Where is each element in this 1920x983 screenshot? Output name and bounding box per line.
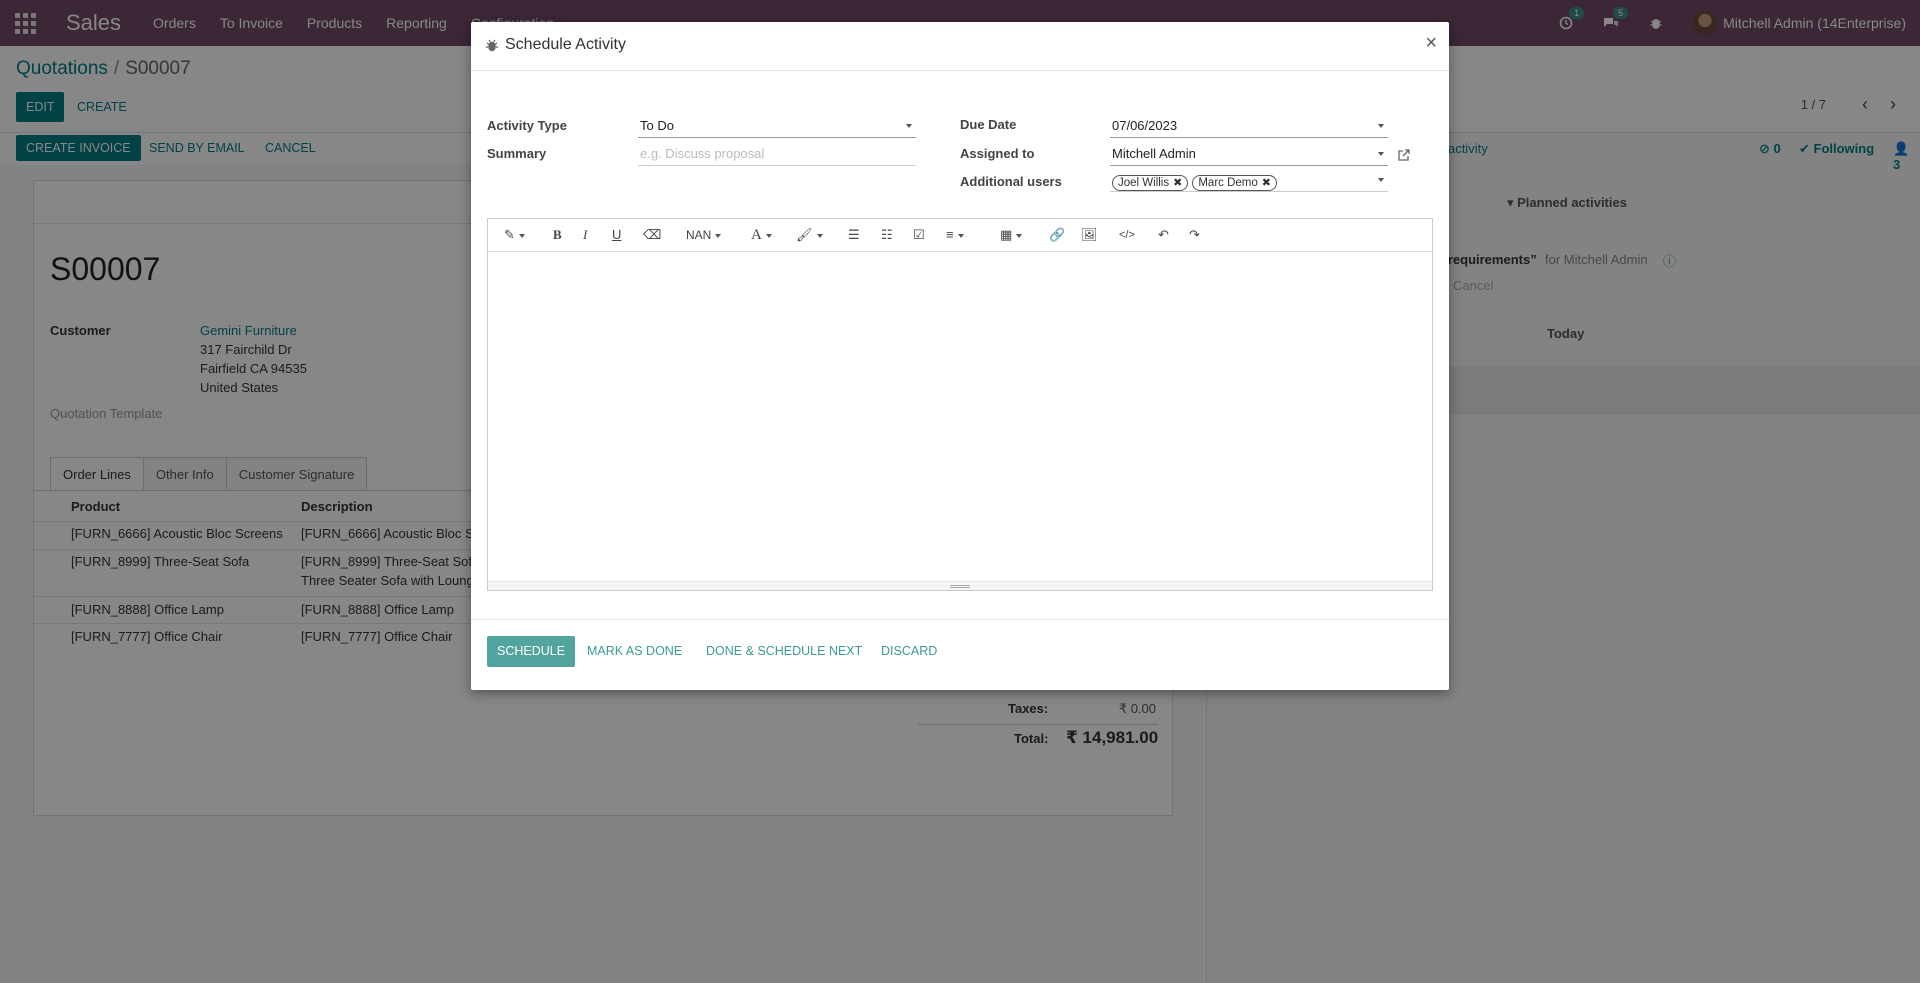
font-size-dropdown[interactable]: NAN bbox=[686, 227, 722, 243]
due-date-value: 07/06/2023 bbox=[1112, 118, 1178, 133]
code-view-icon[interactable]: </> bbox=[1119, 227, 1135, 243]
checklist-icon[interactable]: ☑ bbox=[913, 227, 925, 243]
due-date-label: Due Date bbox=[960, 117, 1017, 132]
image-icon[interactable]: 🖼 bbox=[1081, 227, 1098, 243]
user-tag: Marc Demo ✖ bbox=[1192, 175, 1277, 191]
chevron-down-icon bbox=[1378, 178, 1384, 182]
due-date-input[interactable]: 07/06/2023 bbox=[1110, 116, 1388, 138]
summary-label: Summary bbox=[487, 146, 547, 161]
table-icon[interactable]: ▦ bbox=[1000, 227, 1023, 243]
schedule-activity-dialog: Schedule Activity × Activity Type To Do … bbox=[471, 22, 1449, 690]
summary-input[interactable]: e.g. Discuss proposal bbox=[638, 144, 916, 166]
additional-users-input[interactable]: Joel Willis ✖ Marc Demo ✖ bbox=[1110, 170, 1388, 192]
editor-resize-handle[interactable] bbox=[488, 581, 1432, 590]
activity-type-label: Activity Type bbox=[487, 118, 567, 133]
dialog-header: Schedule Activity × bbox=[471, 22, 1449, 71]
link-icon[interactable]: 🔗 bbox=[1049, 227, 1065, 243]
dialog-title: Schedule Activity bbox=[505, 36, 626, 53]
editor-content[interactable] bbox=[488, 252, 1432, 582]
unordered-list-icon[interactable]: ☰ bbox=[848, 227, 860, 243]
grip-icon bbox=[950, 585, 970, 588]
editor-toolbar: ✎ B I U ⌫ NAN A 🖌 ☰ ☷ ☑ ≡ ▦ 🔗 🖼 </> ↶ ↷ bbox=[488, 219, 1432, 252]
align-icon[interactable]: ≡ bbox=[946, 227, 964, 243]
bug-icon bbox=[486, 39, 498, 52]
font-size-label: NAN bbox=[686, 228, 712, 242]
chevron-down-icon bbox=[1378, 152, 1384, 156]
summary-placeholder: e.g. Discuss proposal bbox=[640, 146, 765, 161]
close-icon[interactable]: × bbox=[1425, 32, 1437, 55]
additional-users-label: Additional users bbox=[960, 174, 1062, 189]
italic-icon[interactable]: I bbox=[583, 227, 587, 243]
note-editor: ✎ B I U ⌫ NAN A 🖌 ☰ ☷ ☑ ≡ ▦ 🔗 🖼 </> ↶ ↷ bbox=[487, 218, 1433, 591]
font-color-label: A bbox=[751, 227, 762, 243]
bold-icon[interactable]: B bbox=[553, 227, 562, 243]
assigned-to-label: Assigned to bbox=[960, 146, 1035, 161]
assigned-to-value: Mitchell Admin bbox=[1112, 146, 1196, 161]
undo-icon[interactable]: ↶ bbox=[1158, 227, 1169, 243]
magic-wand-icon[interactable]: ✎ bbox=[504, 227, 525, 243]
activity-type-select[interactable]: To Do bbox=[638, 116, 916, 138]
mark-as-done-button[interactable]: MARK AS DONE bbox=[587, 636, 682, 667]
font-color-dropdown[interactable]: A bbox=[751, 227, 772, 243]
done-schedule-next-button[interactable]: DONE & SCHEDULE NEXT bbox=[706, 636, 862, 667]
user-tag-label: Marc Demo bbox=[1198, 177, 1258, 189]
dialog-footer: SCHEDULE MARK AS DONE DONE & SCHEDULE NE… bbox=[471, 619, 1449, 690]
chevron-down-icon bbox=[906, 124, 912, 128]
ordered-list-icon[interactable]: ☷ bbox=[881, 227, 893, 243]
external-link-icon[interactable] bbox=[1397, 148, 1411, 162]
chevron-down-icon bbox=[1378, 124, 1384, 128]
remove-tag-icon[interactable]: ✖ bbox=[1173, 173, 1182, 193]
underline-icon[interactable]: U bbox=[612, 227, 621, 243]
eraser-icon[interactable]: ⌫ bbox=[643, 227, 661, 243]
discard-button[interactable]: DISCARD bbox=[881, 636, 937, 667]
redo-icon[interactable]: ↷ bbox=[1189, 227, 1200, 243]
schedule-button[interactable]: SCHEDULE bbox=[487, 636, 576, 667]
paint-brush-icon[interactable]: 🖌 bbox=[796, 227, 823, 243]
user-tag: Joel Willis ✖ bbox=[1112, 173, 1189, 193]
assigned-to-input[interactable]: Mitchell Admin bbox=[1110, 144, 1388, 166]
remove-tag-icon[interactable]: ✖ bbox=[1262, 173, 1271, 193]
activity-type-value: To Do bbox=[640, 118, 674, 133]
user-tag-label: Joel Willis bbox=[1118, 177, 1170, 189]
